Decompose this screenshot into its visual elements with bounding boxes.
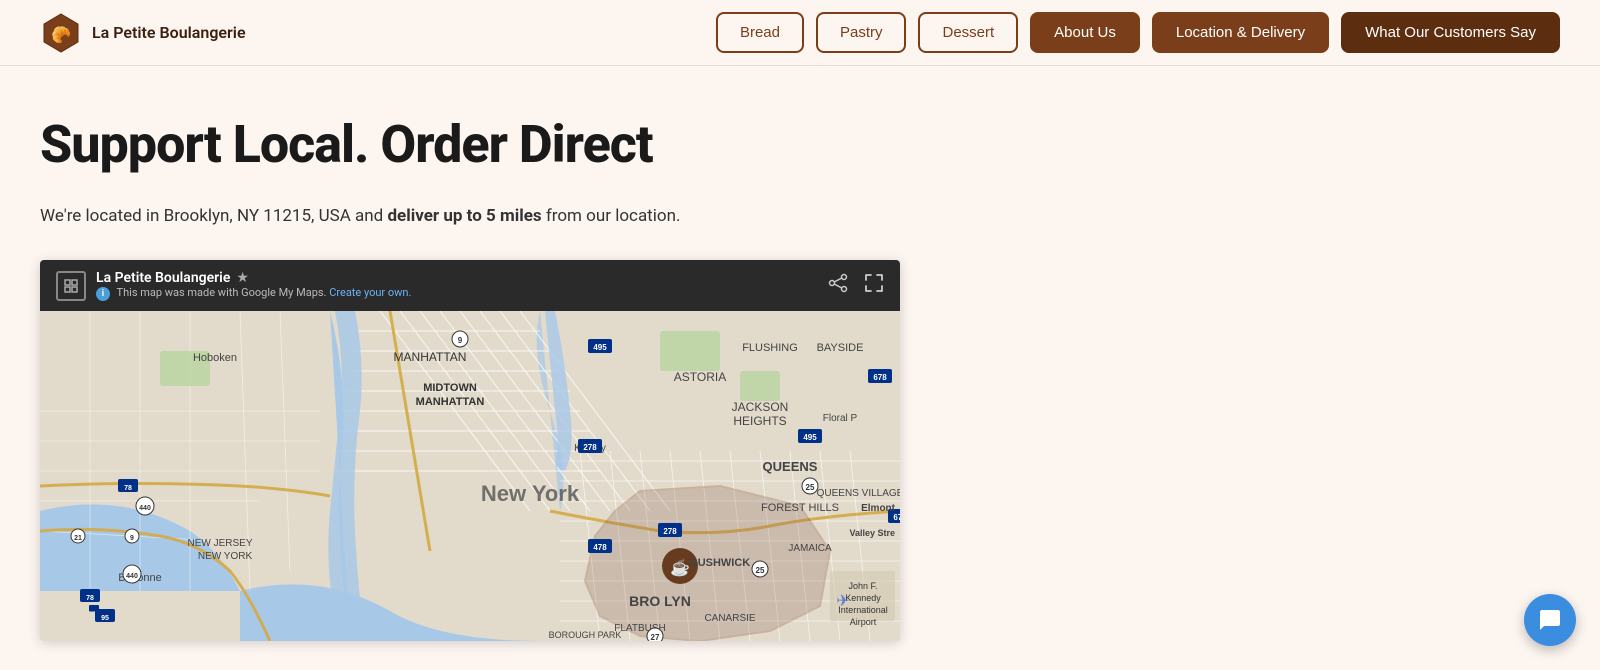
- svg-text:21: 21: [74, 535, 82, 542]
- svg-text:JAMAICA: JAMAICA: [788, 543, 832, 554]
- nav-location[interactable]: Location & Delivery: [1152, 12, 1329, 53]
- navbar: 🥐 La Petite Boulangerie Bread Pastry Des…: [0, 0, 1600, 66]
- svg-text:Airport: Airport: [850, 617, 877, 627]
- map-star-icon: ★: [236, 270, 249, 286]
- map-svg: ☕ MIDTOWN MANHATTAN MANHATTAN ASTORIA FL…: [40, 311, 900, 641]
- svg-text:BRO LYN: BRO LYN: [629, 593, 691, 609]
- svg-text:Kennedy: Kennedy: [845, 593, 881, 603]
- svg-text:25: 25: [756, 566, 765, 575]
- svg-text:New York: New York: [481, 481, 580, 506]
- brand-logo-icon: 🥐: [40, 12, 82, 54]
- map-expand-icon[interactable]: [56, 271, 86, 301]
- svg-text:678: 678: [893, 513, 900, 522]
- svg-text:495: 495: [803, 433, 817, 442]
- svg-text:MANHATTAN: MANHATTAN: [416, 396, 485, 408]
- map-create-link[interactable]: Create your own.: [329, 286, 411, 299]
- nav-dessert[interactable]: Dessert: [918, 12, 1018, 53]
- svg-text:78: 78: [86, 595, 94, 602]
- svg-text:JACKSON: JACKSON: [732, 400, 789, 414]
- map-container: La Petite Boulangerie ★ i This map was m…: [40, 260, 900, 641]
- nav-customers[interactable]: What Our Customers Say: [1341, 12, 1560, 53]
- info-icon: i: [96, 287, 110, 301]
- svg-text:9: 9: [130, 535, 134, 542]
- svg-text:BUSHWICK: BUSHWICK: [690, 557, 751, 569]
- nav-links: Bread Pastry Dessert About Us Location &…: [716, 12, 1560, 53]
- svg-text:☕: ☕: [670, 558, 690, 577]
- chat-icon: [1538, 608, 1562, 632]
- map-title-area: La Petite Boulangerie ★ i This map was m…: [96, 270, 411, 301]
- nav-bread[interactable]: Bread: [716, 12, 804, 53]
- svg-text:✈: ✈: [836, 591, 849, 610]
- location-description: We're located in Brooklyn, NY 11215, USA…: [40, 203, 1160, 230]
- svg-text:QUEENS VILLAGE: QUEENS VILLAGE: [817, 488, 900, 499]
- svg-text:495: 495: [593, 343, 607, 352]
- map-header-right: [828, 273, 884, 298]
- brand-name: La Petite Boulangerie: [92, 23, 246, 42]
- svg-text:🥐: 🥐: [51, 25, 71, 44]
- map-title: La Petite Boulangerie: [96, 270, 230, 286]
- svg-text:9: 9: [458, 336, 463, 345]
- svg-text:Elmont: Elmont: [861, 503, 896, 514]
- svg-text:678: 678: [873, 373, 887, 382]
- svg-text:Valley Stre: Valley Stre: [849, 528, 895, 538]
- map-title-row: La Petite Boulangerie ★: [96, 270, 411, 286]
- map-share-icon[interactable]: [828, 273, 848, 298]
- subtext-pre: We're located in Brooklyn, NY 11215, USA…: [40, 206, 387, 226]
- svg-text:BAYSIDE: BAYSIDE: [817, 342, 864, 354]
- nav-pastry[interactable]: Pastry: [816, 12, 907, 53]
- map-header: La Petite Boulangerie ★ i This map was m…: [40, 260, 900, 311]
- svg-text:FLUSHING: FLUSHING: [742, 342, 798, 354]
- map-subtitle-text: This map was made with Google My Maps.: [117, 286, 327, 299]
- svg-text:MIDTOWN: MIDTOWN: [423, 382, 477, 394]
- svg-text:John F.: John F.: [848, 581, 877, 591]
- svg-text:25: 25: [806, 483, 815, 492]
- svg-text:NEW JERSEY: NEW JERSEY: [187, 538, 252, 549]
- map-svg-area[interactable]: ☕ MIDTOWN MANHATTAN MANHATTAN ASTORIA FL…: [40, 311, 900, 641]
- svg-text:27: 27: [651, 633, 660, 641]
- main-content: Support Local. Order Direct We're locate…: [0, 66, 1200, 661]
- svg-text:95: 95: [101, 615, 109, 622]
- svg-text:QUEENS: QUEENS: [763, 459, 818, 474]
- svg-text:Floral P: Floral P: [823, 413, 858, 424]
- map-subtitle: i This map was made with Google My Maps.…: [96, 286, 411, 301]
- svg-text:440: 440: [126, 573, 138, 580]
- brand-link[interactable]: 🥐 La Petite Boulangerie: [40, 12, 246, 54]
- chat-button[interactable]: [1524, 594, 1576, 646]
- svg-text:478: 478: [593, 543, 607, 552]
- map-fullscreen-icon[interactable]: [864, 273, 884, 298]
- svg-text:78: 78: [124, 485, 132, 492]
- page-headline: Support Local. Order Direct: [40, 116, 1160, 173]
- svg-text:ASTORIA: ASTORIA: [674, 370, 726, 384]
- subtext-post: from our location.: [542, 206, 681, 226]
- svg-text:FOREST HILLS: FOREST HILLS: [761, 502, 839, 514]
- nav-about[interactable]: About Us: [1030, 12, 1140, 53]
- svg-text:278: 278: [663, 527, 677, 536]
- svg-text:BOROUGH PARK: BOROUGH PARK: [549, 630, 622, 640]
- svg-text:MANHATTAN: MANHATTAN: [394, 350, 467, 364]
- svg-text:Hoboken: Hoboken: [193, 352, 237, 364]
- svg-text:CANARSIE: CANARSIE: [704, 613, 755, 624]
- subtext-bold: deliver up to 5 miles: [387, 206, 541, 226]
- svg-text:278: 278: [583, 443, 597, 452]
- svg-text:NEW YORK: NEW YORK: [198, 551, 253, 562]
- svg-text:HEIGHTS: HEIGHTS: [733, 414, 786, 428]
- svg-text:440: 440: [139, 505, 151, 512]
- map-header-left: La Petite Boulangerie ★ i This map was m…: [56, 270, 411, 301]
